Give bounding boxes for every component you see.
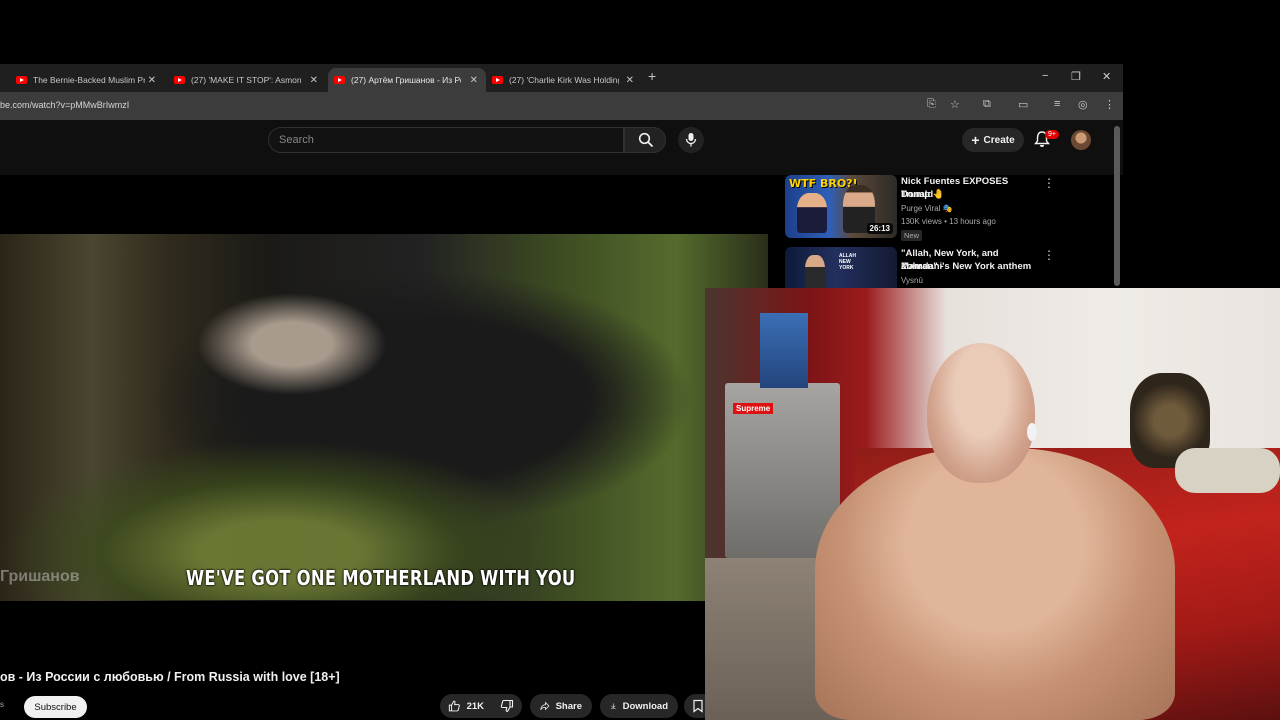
search-input[interactable] [268,127,624,153]
like-button[interactable]: 21K [440,694,492,718]
youtube-favicon-icon [334,76,345,84]
bookmark-icon [693,699,703,713]
thumbs-down-icon [500,699,514,713]
dislike-button[interactable] [492,694,522,718]
new-badge: New [901,230,923,241]
more-actions-icon[interactable]: ⋮ [1043,176,1055,190]
url-field[interactable]: be.com/watch?v=pMMwBrIwmzI [0,100,129,110]
share-button[interactable]: Share [530,694,592,718]
profile-icon[interactable]: ◎ [1078,98,1088,111]
recommendation-title-line2[interactable]: Trump 🤚 [901,188,1035,201]
close-tab-icon[interactable]: ✕ [310,75,318,86]
thumbnail-figure [805,255,825,289]
video-duration: 26:13 [866,223,893,234]
recommendation-title-line2[interactable]: Mamdani's New York anthem [901,260,1035,273]
new-tab-button[interactable]: + [648,68,656,84]
page-scrollbar[interactable] [1114,126,1120,286]
microphone-icon [685,133,697,147]
bookmark-star-icon[interactable]: ☆ [950,98,960,111]
user-avatar[interactable] [1071,130,1091,150]
extensions-icon[interactable]: ⧉ [983,98,991,111]
thumbnail-text: ALLAH NEW YORK [839,253,856,271]
recommendation-channel[interactable]: Purge Viral 🎭 [901,204,953,213]
webcam-person-body [815,448,1175,720]
tab-title: (27) 'Charlie Kirk Was Holding [509,75,619,85]
webcam-person-head [927,343,1035,483]
recommendation-thumbnail[interactable]: ALLAH NEW YORK [785,247,897,289]
subscribe-label: Subscribe [34,701,77,713]
download-label: Download [622,700,668,712]
recommendation-channel[interactable]: Vysnū [901,276,923,285]
create-label: Create [983,134,1015,146]
browser-tab[interactable]: (27) 'MAKE IT STOP': Asmongol ✕ [166,68,326,92]
video-title: ов - Из России с любовью / From Russia w… [0,670,340,684]
youtube-favicon-icon [492,76,503,84]
install-app-icon[interactable]: ⎘ [927,98,936,111]
side-panel-icon[interactable]: ▭ [1018,98,1028,111]
close-window-button[interactable]: ✕ [1102,70,1111,83]
webcam-box [760,313,808,388]
webcam-overlay: Supreme [705,288,1280,720]
voice-search-button[interactable] [678,127,704,153]
maximize-button[interactable]: ❐ [1071,70,1081,83]
webcam-pillow [1175,448,1280,493]
minimize-button[interactable]: − [1042,70,1048,82]
youtube-favicon-icon [16,76,27,84]
share-arrow-icon [540,701,550,711]
recommendation-thumbnail[interactable]: WTF BRO?! 26:13 [785,175,897,238]
search-icon [638,132,654,148]
close-tab-icon[interactable]: ✕ [626,75,634,86]
notification-count-badge: 9+ [1045,130,1059,139]
thumbnail-figure [797,193,827,233]
video-subtitle: WE'VE GOT ONE MOTHERLAND WITH YOU [186,566,576,590]
subscribe-button[interactable]: Subscribe [24,696,87,718]
youtube-favicon-icon [174,76,185,84]
recommendation-meta: 130K views • 13 hours ago [901,217,996,226]
tab-title: (27) 'MAKE IT STOP': Asmongol [191,75,301,85]
video-watermark: Гришанов [0,568,80,585]
close-tab-icon[interactable]: ✕ [470,75,478,86]
media-control-icon[interactable]: ≡ [1054,98,1060,110]
fridge-sticker: Supreme [733,403,774,414]
download-button[interactable]: Download [600,694,678,718]
earbud [1027,423,1037,441]
like-count: 21K [466,700,484,712]
subscriber-count-fragment: s [0,700,4,709]
browser-tab[interactable]: (27) 'Charlie Kirk Was Holding ✕ [486,68,642,92]
browser-tab-bar: The Bernie-Backed Muslim Pro ✕ (27) 'MAK… [0,64,1123,92]
search-placeholder: Search [279,134,314,146]
chrome-menu-icon[interactable]: ⋮ [1104,98,1115,111]
browser-tab-active[interactable]: (27) Артём Гришанов - Из Рос ✕ [328,68,486,92]
tab-title: (27) Артём Гришанов - Из Рос [351,75,461,85]
search-button[interactable] [624,127,666,153]
browser-tab[interactable]: The Bernie-Backed Muslim Pro ✕ [0,68,164,92]
more-actions-icon[interactable]: ⋮ [1043,248,1055,262]
tab-title: The Bernie-Backed Muslim Pro [33,75,145,85]
close-tab-icon[interactable]: ✕ [148,75,156,86]
create-button[interactable]: + Create [962,128,1024,152]
thumbs-up-icon [448,700,460,712]
share-label: Share [555,700,582,712]
download-icon [610,703,616,710]
plus-icon: + [971,132,980,148]
